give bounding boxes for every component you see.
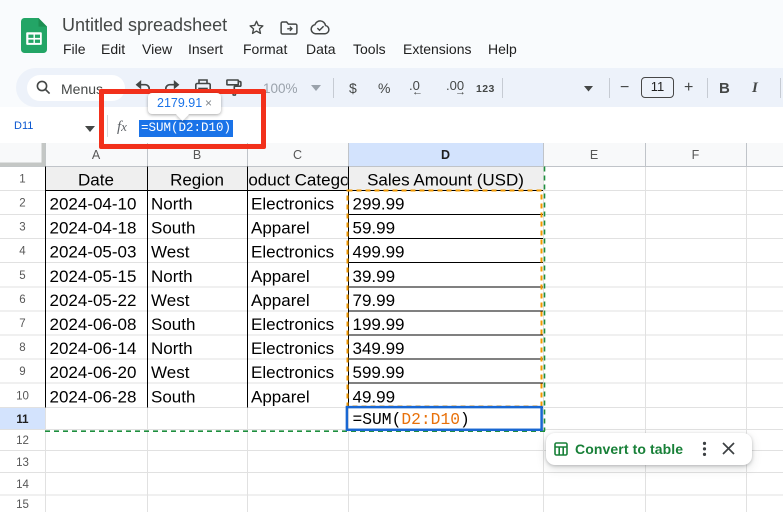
svg-text:49.99: 49.99 [353,388,396,407]
svg-text:39.99: 39.99 [353,267,396,286]
svg-text:B: B [193,148,201,162]
svg-text:8: 8 [19,342,25,354]
svg-text:South: South [151,315,195,334]
svg-text:59.99: 59.99 [353,219,396,238]
svg-text:North: North [151,267,193,286]
svg-text:North: North [151,339,193,358]
svg-text:A: A [92,148,101,162]
svg-text:Electronics: Electronics [251,315,334,334]
svg-text:Apparel: Apparel [251,291,310,310]
svg-text:6: 6 [19,294,25,306]
svg-text:Electronics: Electronics [251,243,334,262]
svg-text:13: 13 [16,457,29,469]
svg-text:Date: Date [78,171,114,190]
svg-text:West: West [151,363,190,382]
svg-text:4: 4 [19,246,26,258]
svg-text:2024-06-08: 2024-06-08 [50,315,137,334]
svg-text:2024-06-20: 2024-06-20 [50,363,137,382]
svg-text:South: South [151,388,195,407]
svg-text:C: C [293,148,302,162]
svg-text:2024-05-22: 2024-05-22 [50,291,137,310]
svg-text:599.99: 599.99 [353,363,405,382]
svg-text:West: West [151,291,190,310]
svg-text:South: South [151,219,195,238]
svg-text:Electronics: Electronics [251,339,334,358]
svg-text:79.99: 79.99 [353,291,396,310]
svg-text:12: 12 [16,435,29,447]
svg-text:15: 15 [16,499,29,511]
svg-text:2: 2 [19,198,25,210]
svg-text:E: E [590,148,598,162]
svg-text:Apparel: Apparel [251,388,310,407]
svg-text:10: 10 [16,390,29,402]
svg-text:Region: Region [170,171,224,190]
svg-text:9: 9 [19,366,25,378]
svg-text:Apparel: Apparel [251,219,310,238]
svg-text:11: 11 [16,414,29,426]
svg-text:2024-05-03: 2024-05-03 [50,243,137,262]
svg-text:14: 14 [16,479,29,491]
svg-text:Electronics: Electronics [251,195,334,214]
svg-text:North: North [151,195,193,214]
svg-text:199.99: 199.99 [353,315,405,334]
svg-text:F: F [692,148,700,162]
svg-text:Electronics: Electronics [251,363,334,382]
svg-text:2024-05-15: 2024-05-15 [50,267,137,286]
svg-text:2024-06-14: 2024-06-14 [50,339,137,358]
svg-text:Product Category: Product Category [231,171,364,190]
svg-text:Apparel: Apparel [251,267,310,286]
svg-text:3: 3 [19,222,25,234]
svg-text:2024-06-28: 2024-06-28 [50,388,137,407]
svg-text:499.99: 499.99 [353,243,405,262]
svg-text:West: West [151,243,190,262]
svg-text:=SUM(D2:D10): =SUM(D2:D10) [353,410,470,429]
svg-text:2024-04-18: 2024-04-18 [50,219,137,238]
svg-text:Sales Amount (USD): Sales Amount (USD) [367,171,524,190]
svg-text:349.99: 349.99 [353,339,405,358]
svg-text:299.99: 299.99 [353,195,405,214]
svg-text:2024-04-10: 2024-04-10 [50,195,137,214]
svg-text:1: 1 [19,174,25,186]
svg-text:5: 5 [19,270,25,282]
svg-text:7: 7 [19,318,25,330]
svg-text:D: D [441,148,450,162]
